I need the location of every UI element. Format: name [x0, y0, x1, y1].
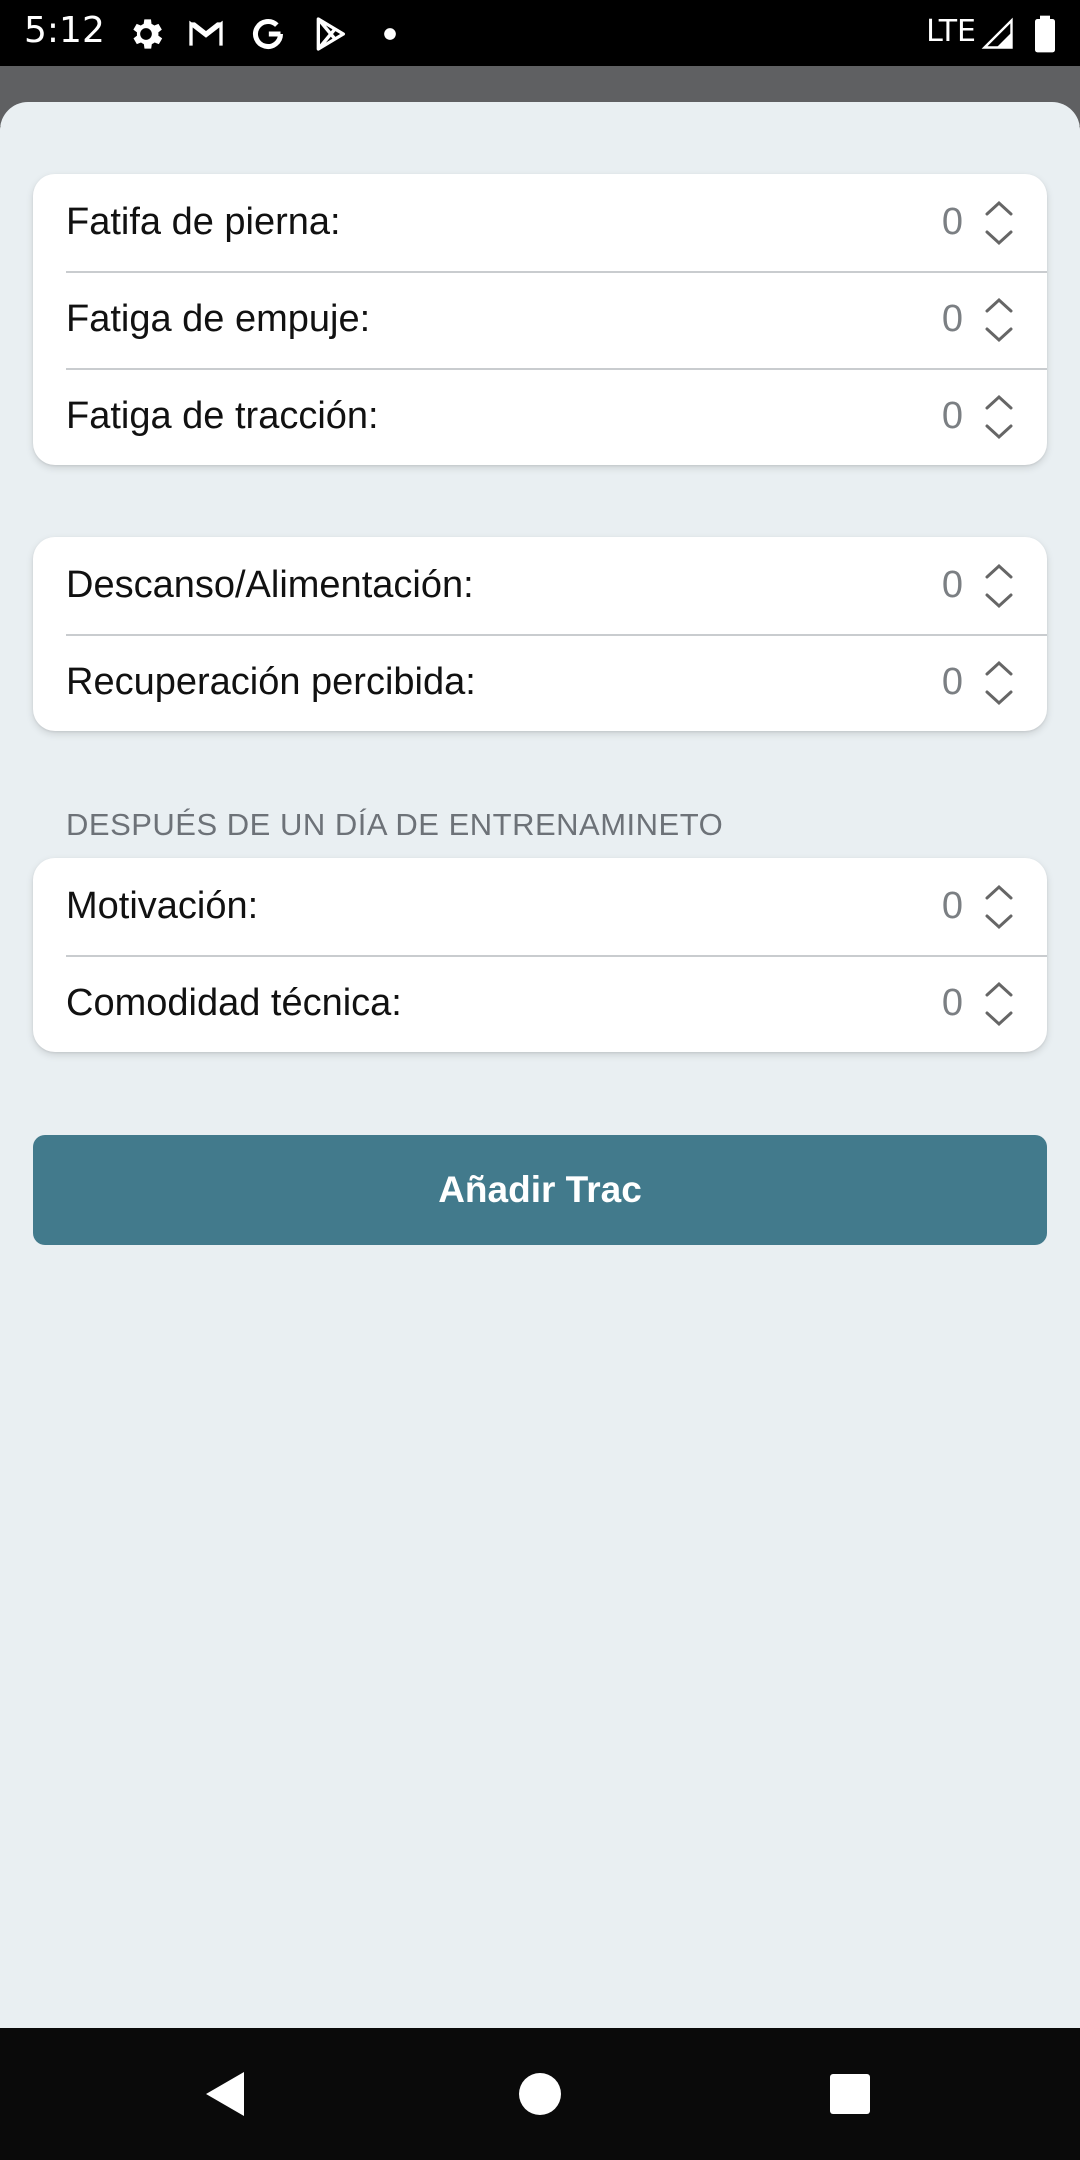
- field-row: Fatiga de empuje: 0: [33, 271, 1047, 368]
- field-label: Fatiga de empuje:: [66, 298, 371, 340]
- field-label: Motivación:: [66, 885, 259, 927]
- signal-icon: [981, 17, 1013, 49]
- field-row: Recuperación percibida: 0: [33, 634, 1047, 731]
- section-header: DESPUÉS DE UN DÍA DE ENTRENAMINETO: [66, 807, 724, 842]
- network-type: LTE: [926, 14, 976, 49]
- field-label: Fatiga de tracción:: [66, 395, 379, 437]
- field-value[interactable]: 0: [942, 634, 963, 731]
- settings-icon: [133, 19, 163, 49]
- field-value[interactable]: 0: [942, 271, 963, 368]
- field-value[interactable]: 0: [942, 537, 963, 634]
- stepper-icon[interactable]: [981, 977, 1017, 1031]
- add-trac-button[interactable]: Añadir Trac: [33, 1135, 1047, 1245]
- battery-icon: [1035, 15, 1055, 53]
- fatigue-card: Fatifa de pierna: 0 Fatiga de empuje: 0 …: [33, 174, 1047, 465]
- field-row: Fatifa de pierna: 0: [33, 174, 1047, 271]
- field-label: Comodidad técnica:: [66, 982, 402, 1024]
- gmail-icon: [189, 20, 223, 46]
- field-label: Descanso/Alimentación:: [66, 564, 474, 606]
- home-icon[interactable]: [510, 2064, 570, 2124]
- stepper-icon[interactable]: [981, 293, 1017, 347]
- training-card: Motivación: 0 Comodidad técnica: 0: [33, 858, 1047, 1052]
- field-row: Comodidad técnica: 0: [33, 955, 1047, 1052]
- field-value[interactable]: 0: [942, 858, 963, 955]
- play-store-icon: [316, 17, 345, 51]
- back-icon[interactable]: [196, 2064, 256, 2124]
- screen: 5:12 LTE Fatifa de pierna: 0 Fatiga de e…: [0, 0, 1080, 2160]
- google-icon: [253, 19, 283, 49]
- field-row: Motivación: 0: [33, 858, 1047, 955]
- status-bar: 5:12 LTE: [0, 0, 1080, 66]
- field-row: Descanso/Alimentación: 0: [33, 537, 1047, 634]
- recovery-card: Descanso/Alimentación: 0 Recuperación pe…: [33, 537, 1047, 731]
- stepper-icon[interactable]: [981, 390, 1017, 444]
- field-label: Fatifa de pierna:: [66, 201, 341, 243]
- stepper-icon[interactable]: [981, 656, 1017, 710]
- field-value[interactable]: 0: [942, 368, 963, 465]
- stepper-icon[interactable]: [981, 880, 1017, 934]
- field-value[interactable]: 0: [942, 955, 963, 1052]
- status-time: 5:12: [24, 10, 105, 51]
- stepper-icon[interactable]: [981, 559, 1017, 613]
- notification-dot-icon: [384, 28, 396, 40]
- field-value[interactable]: 0: [942, 174, 963, 271]
- field-label: Recuperación percibida:: [66, 661, 476, 703]
- navigation-bar: [0, 2028, 1080, 2160]
- stepper-icon[interactable]: [981, 196, 1017, 250]
- form-sheet: Fatifa de pierna: 0 Fatiga de empuje: 0 …: [0, 102, 1080, 2028]
- field-row: Fatiga de tracción: 0: [33, 368, 1047, 465]
- recents-icon[interactable]: [820, 2064, 880, 2124]
